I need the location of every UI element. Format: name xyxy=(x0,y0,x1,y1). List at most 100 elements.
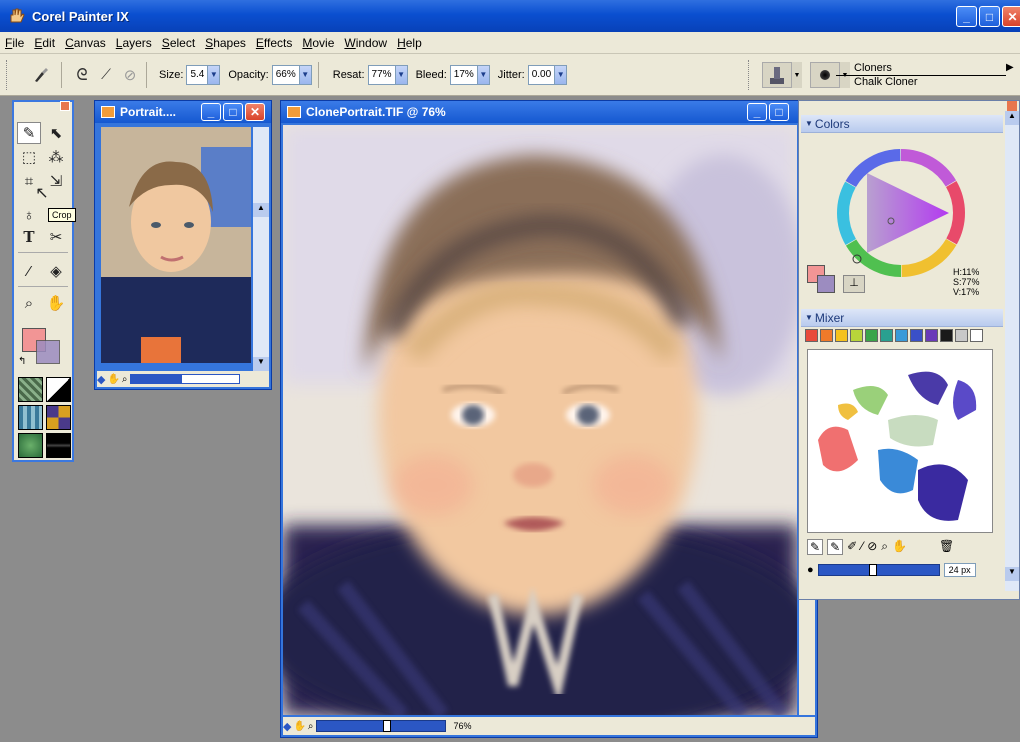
mixer-brush-size-value[interactable]: 24 px xyxy=(949,565,971,575)
brush-category-dropdown-icon[interactable]: ▼ xyxy=(792,62,802,88)
magic-wand-tool[interactable]: ⁂ xyxy=(44,146,68,168)
mixer-collapse-triangle-icon[interactable]: ▼ xyxy=(805,313,813,322)
swap-colors-icon[interactable]: ↰ xyxy=(18,356,26,367)
mixer-swatch[interactable] xyxy=(925,329,938,342)
source-minimize-button[interactable]: _ xyxy=(201,103,221,121)
menu-window[interactable]: Window xyxy=(339,36,392,50)
clear-mixer-icon[interactable]: 🗑 xyxy=(939,539,954,555)
mixer-swatch[interactable] xyxy=(955,329,968,342)
additional-color-swatch[interactable] xyxy=(36,340,60,364)
menu-shapes[interactable]: Shapes xyxy=(200,36,251,50)
brush-tool-icon[interactable] xyxy=(29,63,53,87)
jitter-field[interactable]: 0.00 ▼ xyxy=(527,64,568,85)
canvas-maximize-button[interactable]: □ xyxy=(769,103,789,121)
jitter-dropdown-icon[interactable]: ▼ xyxy=(554,65,567,84)
bleed-value[interactable]: 17% xyxy=(451,69,477,80)
size-field[interactable]: 5.4 ▼ xyxy=(186,64,221,85)
brush-selector-more-icon[interactable]: ▶ xyxy=(1006,62,1014,73)
mixer-brush-size-slider[interactable] xyxy=(817,564,940,576)
canvas-zoom-slider[interactable] xyxy=(315,720,446,732)
mixer-swatch[interactable] xyxy=(805,329,818,342)
source-scroll-up-icon[interactable]: ▲ xyxy=(253,203,269,217)
paper-selector[interactable] xyxy=(18,377,43,402)
close-button[interactable]: ✕ xyxy=(1002,6,1020,27)
canvas-zoom-icon[interactable]: ⌕ xyxy=(308,721,314,732)
menu-file[interactable]: File xyxy=(0,36,29,50)
canvas-painting[interactable] xyxy=(283,125,797,715)
toolbar-grip[interactable] xyxy=(6,59,9,90)
menu-help[interactable]: Help xyxy=(392,36,427,50)
size-value[interactable]: 5.4 xyxy=(187,69,207,80)
menu-edit[interactable]: Edit xyxy=(29,36,60,50)
source-grabber-icon[interactable]: ✋ xyxy=(107,374,119,385)
mixer-swatch[interactable] xyxy=(895,329,908,342)
menu-layers[interactable]: Layers xyxy=(111,36,157,50)
canvas-drawing-mode-icon[interactable]: ◆ xyxy=(283,720,291,733)
minimize-button[interactable]: _ xyxy=(956,6,977,27)
resat-value[interactable]: 77% xyxy=(369,69,395,80)
text-tool[interactable]: T xyxy=(17,226,41,248)
source-zoom-slider[interactable] xyxy=(129,374,240,384)
colors-additional-swatch[interactable] xyxy=(817,275,835,293)
look-selector[interactable] xyxy=(46,433,71,458)
source-maximize-button[interactable]: □ xyxy=(223,103,243,121)
canvas-zoom-slider-thumb[interactable] xyxy=(382,720,391,732)
mixer-swatch[interactable] xyxy=(940,329,953,342)
opacity-dropdown-icon[interactable]: ▼ xyxy=(298,65,311,84)
bleed-field[interactable]: 17% ▼ xyxy=(449,64,490,85)
collapse-triangle-icon[interactable]: ▼ xyxy=(805,119,813,128)
canvas-minimize-button[interactable]: _ xyxy=(747,103,767,121)
scissors-tool[interactable]: ✂ xyxy=(44,226,68,248)
mixer-pad[interactable] xyxy=(807,349,993,533)
mixer-swatch[interactable] xyxy=(910,329,923,342)
size-dropdown-icon[interactable]: ▼ xyxy=(207,65,220,84)
right-panels-scrollbar[interactable]: ▲ ▼ xyxy=(1005,111,1019,591)
saturation-value-triangle[interactable] xyxy=(867,173,949,253)
mixer-swatch[interactable] xyxy=(850,329,863,342)
menu-canvas[interactable]: Canvas xyxy=(60,36,111,50)
dropper-tool[interactable]: ⁄ xyxy=(17,260,41,282)
resat-field[interactable]: 77% ▼ xyxy=(367,64,408,85)
brush-category-icon[interactable] xyxy=(762,62,792,88)
apply-color-icon[interactable]: ✎ xyxy=(827,539,844,555)
mixer-zoom-icon[interactable]: ⌕ xyxy=(881,539,888,555)
straight-line-stroke-icon[interactable]: ⟋ xyxy=(94,63,118,87)
source-scroll-down-icon[interactable]: ▼ xyxy=(253,357,269,371)
jitter-value[interactable]: 0.00 xyxy=(529,69,554,80)
pattern-selector[interactable] xyxy=(18,405,43,430)
menu-select[interactable]: Select xyxy=(157,36,200,50)
grabber-tool[interactable]: ✋ xyxy=(44,292,68,314)
weaving-selector[interactable] xyxy=(46,405,71,430)
right-scroll-up-icon[interactable]: ▲ xyxy=(1005,111,1019,125)
mixer-brush-size-thumb[interactable] xyxy=(869,564,878,576)
source-vertical-scrollbar[interactable]: ▲ ▼ xyxy=(253,127,269,371)
mixer-brush-size-field[interactable]: 24 px xyxy=(943,563,976,577)
mixer-swatch[interactable] xyxy=(865,329,878,342)
mixer-swatch[interactable] xyxy=(820,329,833,342)
pen-tool[interactable]: ♁ xyxy=(17,204,41,226)
bleed-dropdown-icon[interactable]: ▼ xyxy=(476,65,489,84)
source-close-button[interactable]: ✕ xyxy=(245,103,265,121)
toolbox-close-icon[interactable] xyxy=(60,101,70,111)
menu-effects[interactable]: Effects xyxy=(251,36,297,50)
gradient-selector[interactable] xyxy=(46,377,71,402)
brush-tool[interactable]: ✎ xyxy=(17,122,41,144)
right-scroll-down-icon[interactable]: ▼ xyxy=(1005,567,1019,581)
magnifier-tool[interactable]: ⌕ xyxy=(17,292,41,314)
mixer-swatch[interactable] xyxy=(880,329,893,342)
clone-color-stamp-icon[interactable]: ⊥ xyxy=(843,275,865,293)
opacity-field[interactable]: 66% ▼ xyxy=(271,64,312,85)
maximize-button[interactable]: □ xyxy=(979,6,1000,27)
source-photo[interactable] xyxy=(101,127,251,363)
rectangular-selection-tool[interactable]: ⬚ xyxy=(17,146,41,168)
resat-dropdown-icon[interactable]: ▼ xyxy=(394,65,407,84)
mixer-swatch[interactable] xyxy=(970,329,983,342)
canvas-grabber-icon[interactable]: ✋ xyxy=(293,721,305,732)
sample-color-icon[interactable]: ⁄ xyxy=(861,539,863,555)
nozzle-selector[interactable] xyxy=(18,433,43,458)
right-panels-close-icon[interactable] xyxy=(1007,101,1017,111)
mixer-swatch[interactable] xyxy=(835,329,848,342)
mix-color-icon[interactable]: ✐ xyxy=(847,539,857,555)
source-zoom-icon[interactable]: ⌕ xyxy=(122,374,128,385)
source-drawing-mode-icon[interactable]: ◆ xyxy=(97,373,105,386)
